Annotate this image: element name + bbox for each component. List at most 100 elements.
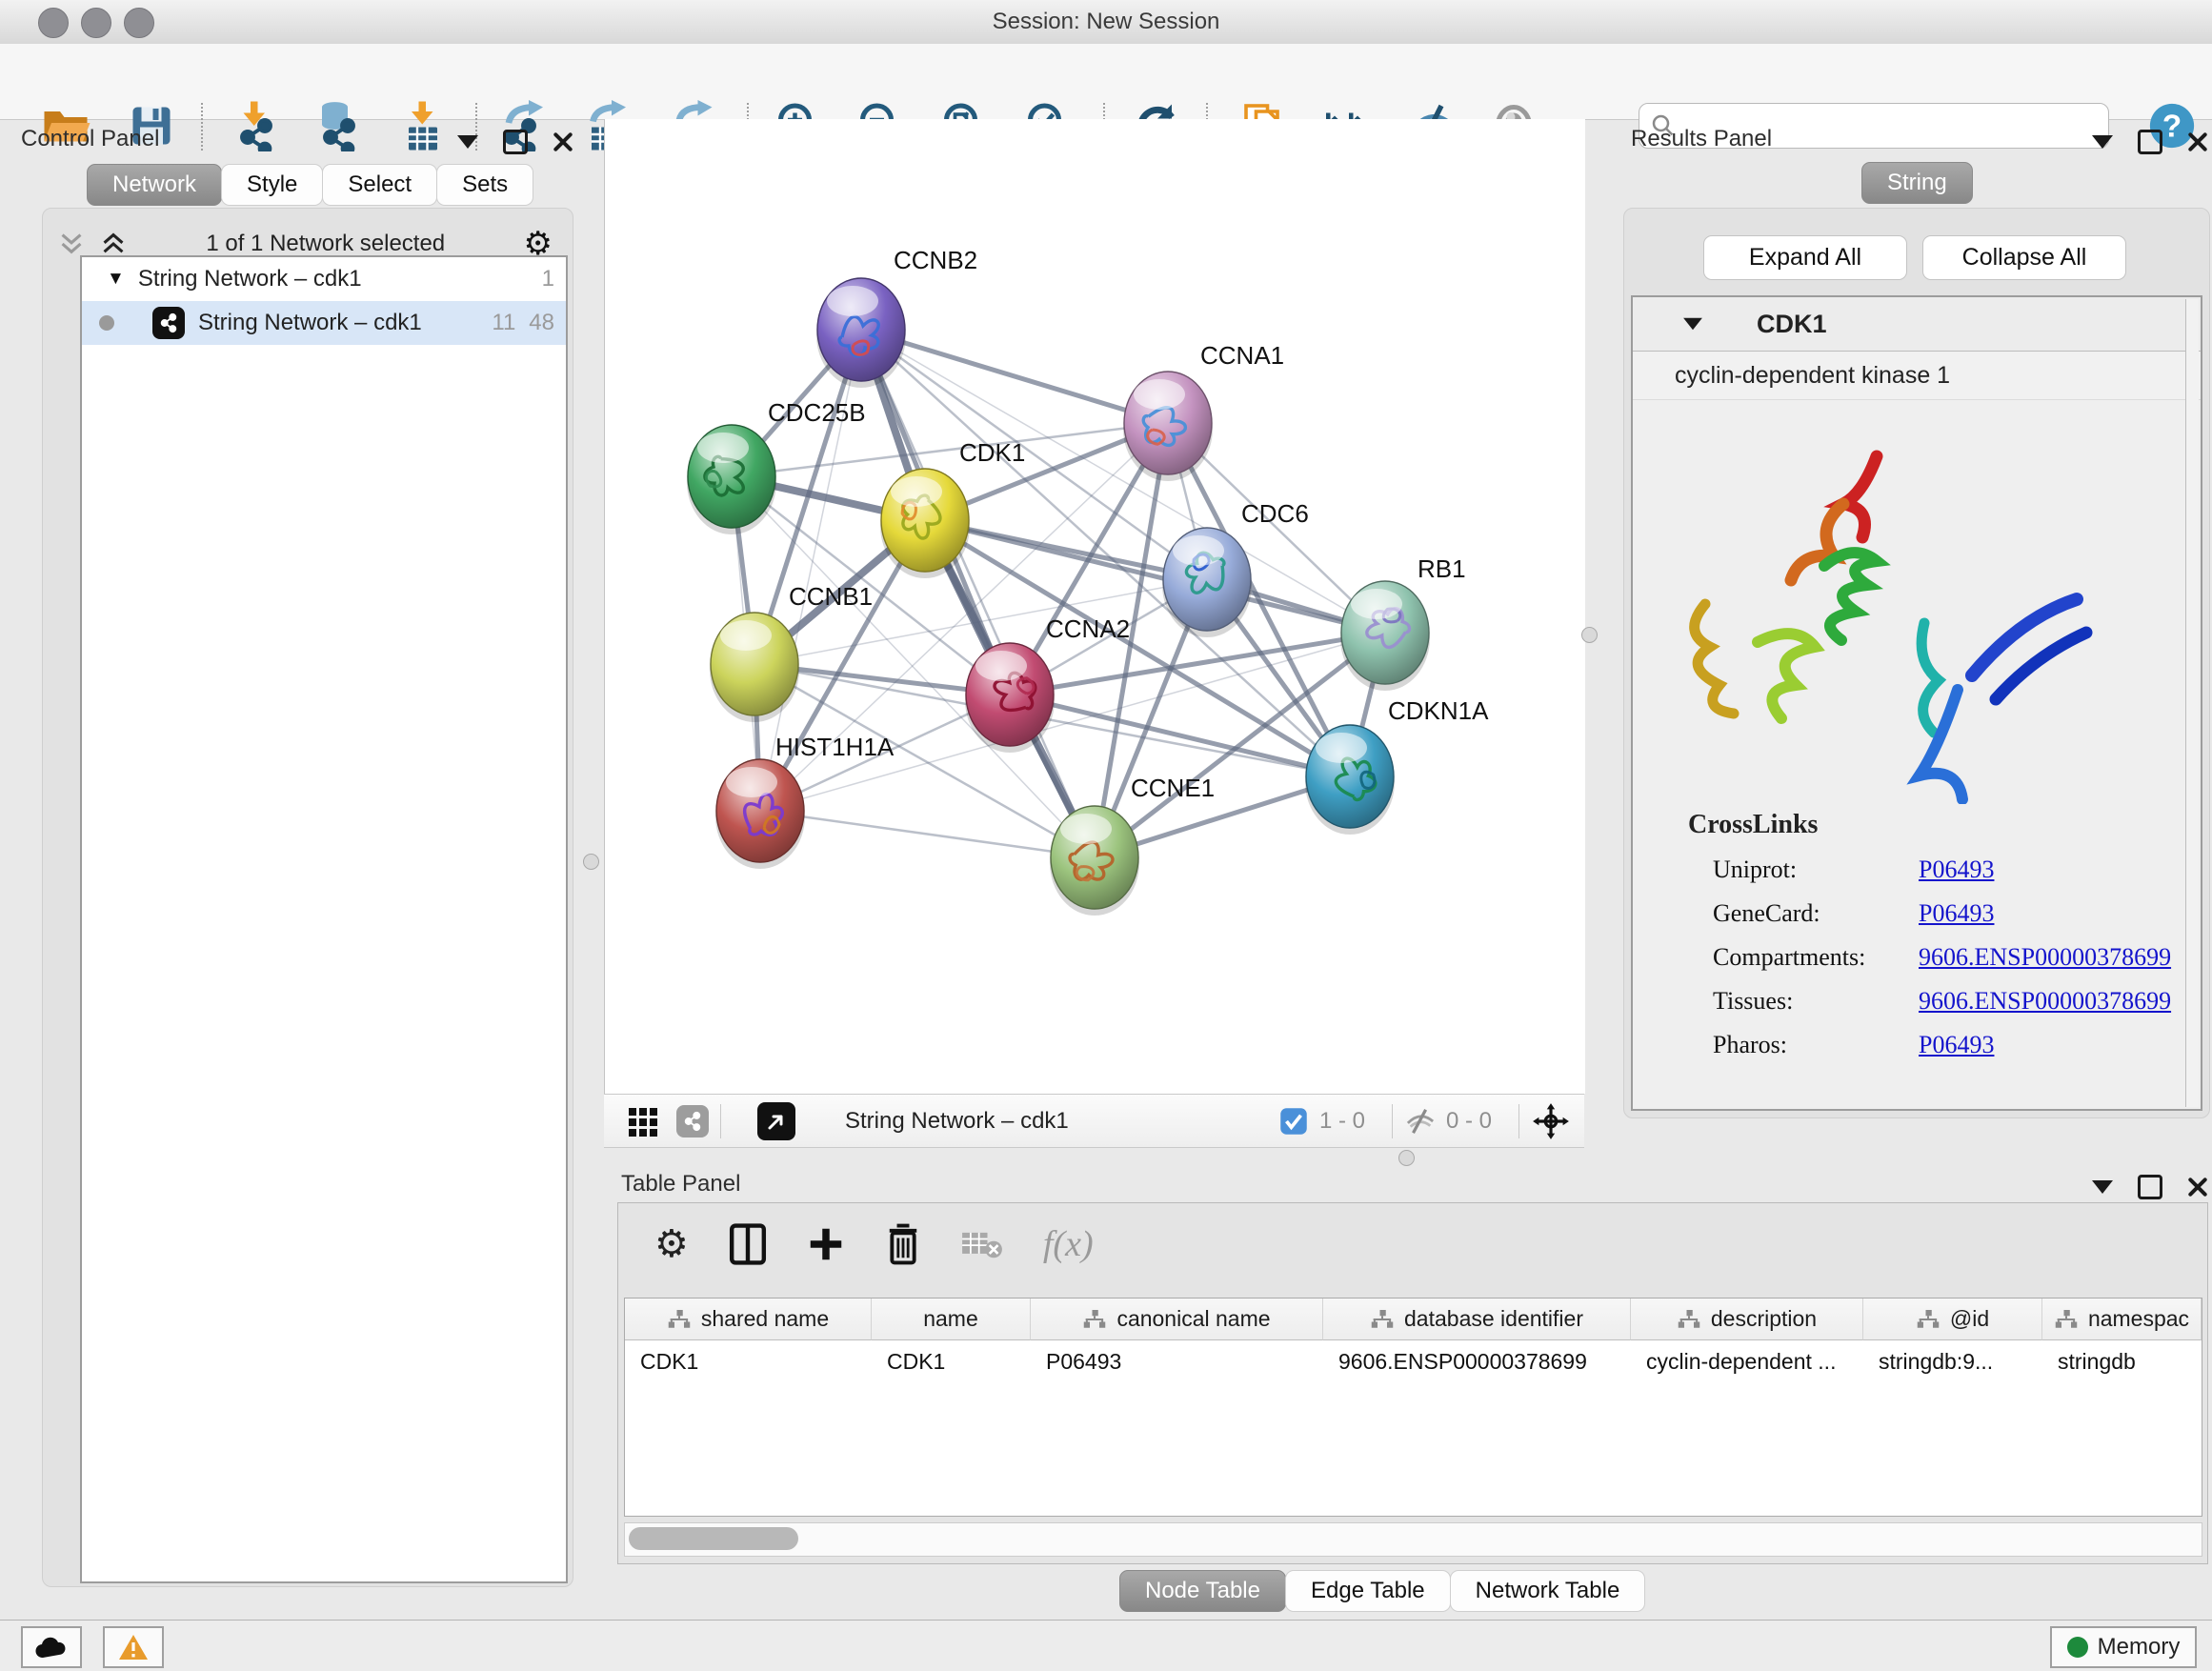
collapse-all-icon[interactable] [57, 232, 86, 256]
delete-column-icon[interactable] [885, 1223, 921, 1265]
node-ccnb2[interactable]: CCNB2 [816, 246, 977, 388]
status-bar: Memory [0, 1620, 2212, 1671]
collection-expander-icon[interactable]: ▼ [107, 269, 125, 290]
node-ccne1[interactable]: CCNE1 [1050, 774, 1215, 916]
node-ccna2[interactable]: CCNA2 [965, 614, 1130, 753]
show-columns-icon[interactable] [729, 1223, 767, 1265]
tab-sets[interactable]: Sets [436, 164, 533, 206]
create-column-icon[interactable] [807, 1225, 845, 1263]
node-layer: CCNB2CCNA1CDC25BCDK1CDC6RB1CCNB1CCNA2CDK… [687, 246, 1489, 916]
node-cdkn1a[interactable]: CDKN1A [1305, 696, 1489, 835]
results-panel-window-controls [2092, 130, 2208, 154]
table-cell: stringdb:9... [1863, 1340, 2042, 1382]
edge[interactable] [861, 330, 1095, 857]
float-panel-icon[interactable] [2092, 1180, 2113, 1194]
memory-button[interactable]: Memory [2050, 1626, 2197, 1668]
column-header-shared-name[interactable]: shared name [625, 1299, 872, 1340]
node-cdc25b[interactable]: CDC25B [687, 398, 866, 534]
node-ccna1[interactable]: CCNA1 [1123, 341, 1284, 481]
tab-node-table[interactable]: Node Table [1119, 1570, 1286, 1612]
import-table-from-file-icon[interactable] [395, 98, 451, 153]
crosslink-label: Pharos: [1713, 1031, 1919, 1059]
pan-crosshair-icon[interactable] [1531, 1101, 1571, 1141]
expand-all-button[interactable]: Expand All [1703, 235, 1907, 280]
edge[interactable] [760, 811, 1095, 857]
close-panel-icon[interactable] [2187, 1177, 2208, 1198]
crosslink-label: Tissues: [1713, 987, 1919, 1016]
node-label: CCNA2 [1046, 614, 1130, 643]
maximize-panel-icon[interactable] [503, 130, 528, 154]
tab-edge-table[interactable]: Edge Table [1285, 1570, 1451, 1612]
table-cell: CDK1 [872, 1340, 1031, 1382]
network-collection-row[interactable]: ▼ String Network – cdk1 1 [82, 257, 566, 301]
collection-label: String Network – cdk1 [138, 266, 362, 292]
table-options-gear-icon[interactable]: ⚙ [654, 1222, 689, 1266]
grid-view-icon[interactable] [627, 1104, 661, 1138]
column-header-namespac[interactable]: namespac [2042, 1299, 2202, 1340]
table-cell: CDK1 [625, 1340, 872, 1382]
column-header-canonical-name[interactable]: canonical name [1031, 1299, 1323, 1340]
maximize-panel-icon[interactable] [2138, 130, 2162, 154]
collapse-all-button[interactable]: Collapse All [1922, 235, 2126, 280]
control-panel-tabs: NetworkStyleSelectSets [88, 164, 533, 206]
hidden-count: 0 - 0 [1446, 1108, 1492, 1135]
edge[interactable] [925, 520, 1385, 633]
close-panel-icon[interactable] [553, 131, 573, 152]
crosslink-link[interactable]: P06493 [1919, 899, 1994, 928]
crosslink-row: Tissues:9606.ENSP00000378699 [1713, 979, 2201, 1023]
node-label: CCNE1 [1131, 774, 1215, 802]
network-canvas[interactable]: CCNB2CCNA1CDC25BCDK1CDC6RB1CCNB1CCNA2CDK… [604, 119, 1585, 1094]
warnings-button[interactable] [103, 1626, 164, 1668]
tab-string[interactable]: String [1861, 162, 1973, 204]
crosslink-link[interactable]: 9606.ENSP00000378699 [1919, 943, 2171, 972]
equation-fx-icon[interactable]: f(x) [1043, 1223, 1094, 1265]
delete-table-icon[interactable] [961, 1228, 1003, 1260]
node-count: 11 [492, 310, 515, 336]
expand-all-icon[interactable] [99, 232, 128, 256]
selected-checkbox-icon[interactable] [1279, 1107, 1308, 1136]
column-header-description[interactable]: description [1631, 1299, 1863, 1340]
network-view-toolbar: String Network – cdk1 1 - 0 0 - 0 [604, 1094, 1584, 1148]
table-row[interactable]: CDK1CDK1P064939606.ENSP00000378699cyclin… [625, 1340, 2202, 1382]
network-app-icon[interactable] [676, 1105, 709, 1137]
node-hist1h1a[interactable]: HIST1H1A [715, 733, 895, 869]
close-panel-icon[interactable] [2187, 131, 2208, 152]
network-row[interactable]: String Network – cdk1 11 48 [82, 301, 566, 345]
crosslink-label: Uniprot: [1713, 856, 1919, 884]
cloud-status-button[interactable] [21, 1626, 82, 1668]
memory-label: Memory [2098, 1634, 2181, 1661]
left-splitter-handle[interactable] [583, 854, 599, 870]
birds-eye-view-icon[interactable] [757, 1102, 795, 1140]
network-label: String Network – cdk1 [198, 310, 422, 336]
column-header-name[interactable]: name [872, 1299, 1031, 1340]
tab-style[interactable]: Style [221, 164, 323, 206]
right-splitter-handle[interactable] [1581, 627, 1598, 643]
table-cell: P06493 [1031, 1340, 1323, 1382]
crosslink-link[interactable]: P06493 [1919, 856, 1994, 884]
current-network-dot-icon [99, 315, 114, 331]
crosslink-link[interactable]: P06493 [1919, 1031, 1994, 1059]
warning-icon [117, 1633, 150, 1661]
column-header--id[interactable]: @id [1863, 1299, 2042, 1340]
column-header-database-identifier[interactable]: database identifier [1323, 1299, 1631, 1340]
table-horizontal-scrollbar [624, 1522, 2202, 1557]
import-network-from-database-icon[interactable] [309, 98, 364, 153]
collapse-section-icon[interactable] [1683, 318, 1702, 331]
node-rb1[interactable]: RB1 [1340, 554, 1466, 691]
float-panel-icon[interactable] [2092, 135, 2113, 149]
node-cdc6[interactable]: CDC6 [1162, 499, 1309, 637]
tab-network[interactable]: Network [87, 164, 222, 206]
edge[interactable] [861, 330, 1168, 423]
tab-select[interactable]: Select [322, 164, 437, 206]
results-scrollbar[interactable] [2185, 299, 2199, 1107]
tab-network-table[interactable]: Network Table [1450, 1570, 1646, 1612]
protein-header-row[interactable]: CDK1 [1633, 297, 2201, 352]
edge-count: 48 [529, 310, 554, 336]
crosslink-link[interactable]: 9606.ENSP00000378699 [1919, 987, 2171, 1016]
float-panel-icon[interactable] [457, 135, 478, 149]
horizontal-splitter-handle[interactable] [1398, 1150, 1415, 1166]
import-network-from-file-icon[interactable] [229, 98, 284, 153]
collection-count: 1 [542, 266, 554, 292]
maximize-panel-icon[interactable] [2138, 1175, 2162, 1199]
scrollbar-thumb[interactable] [629, 1527, 798, 1550]
